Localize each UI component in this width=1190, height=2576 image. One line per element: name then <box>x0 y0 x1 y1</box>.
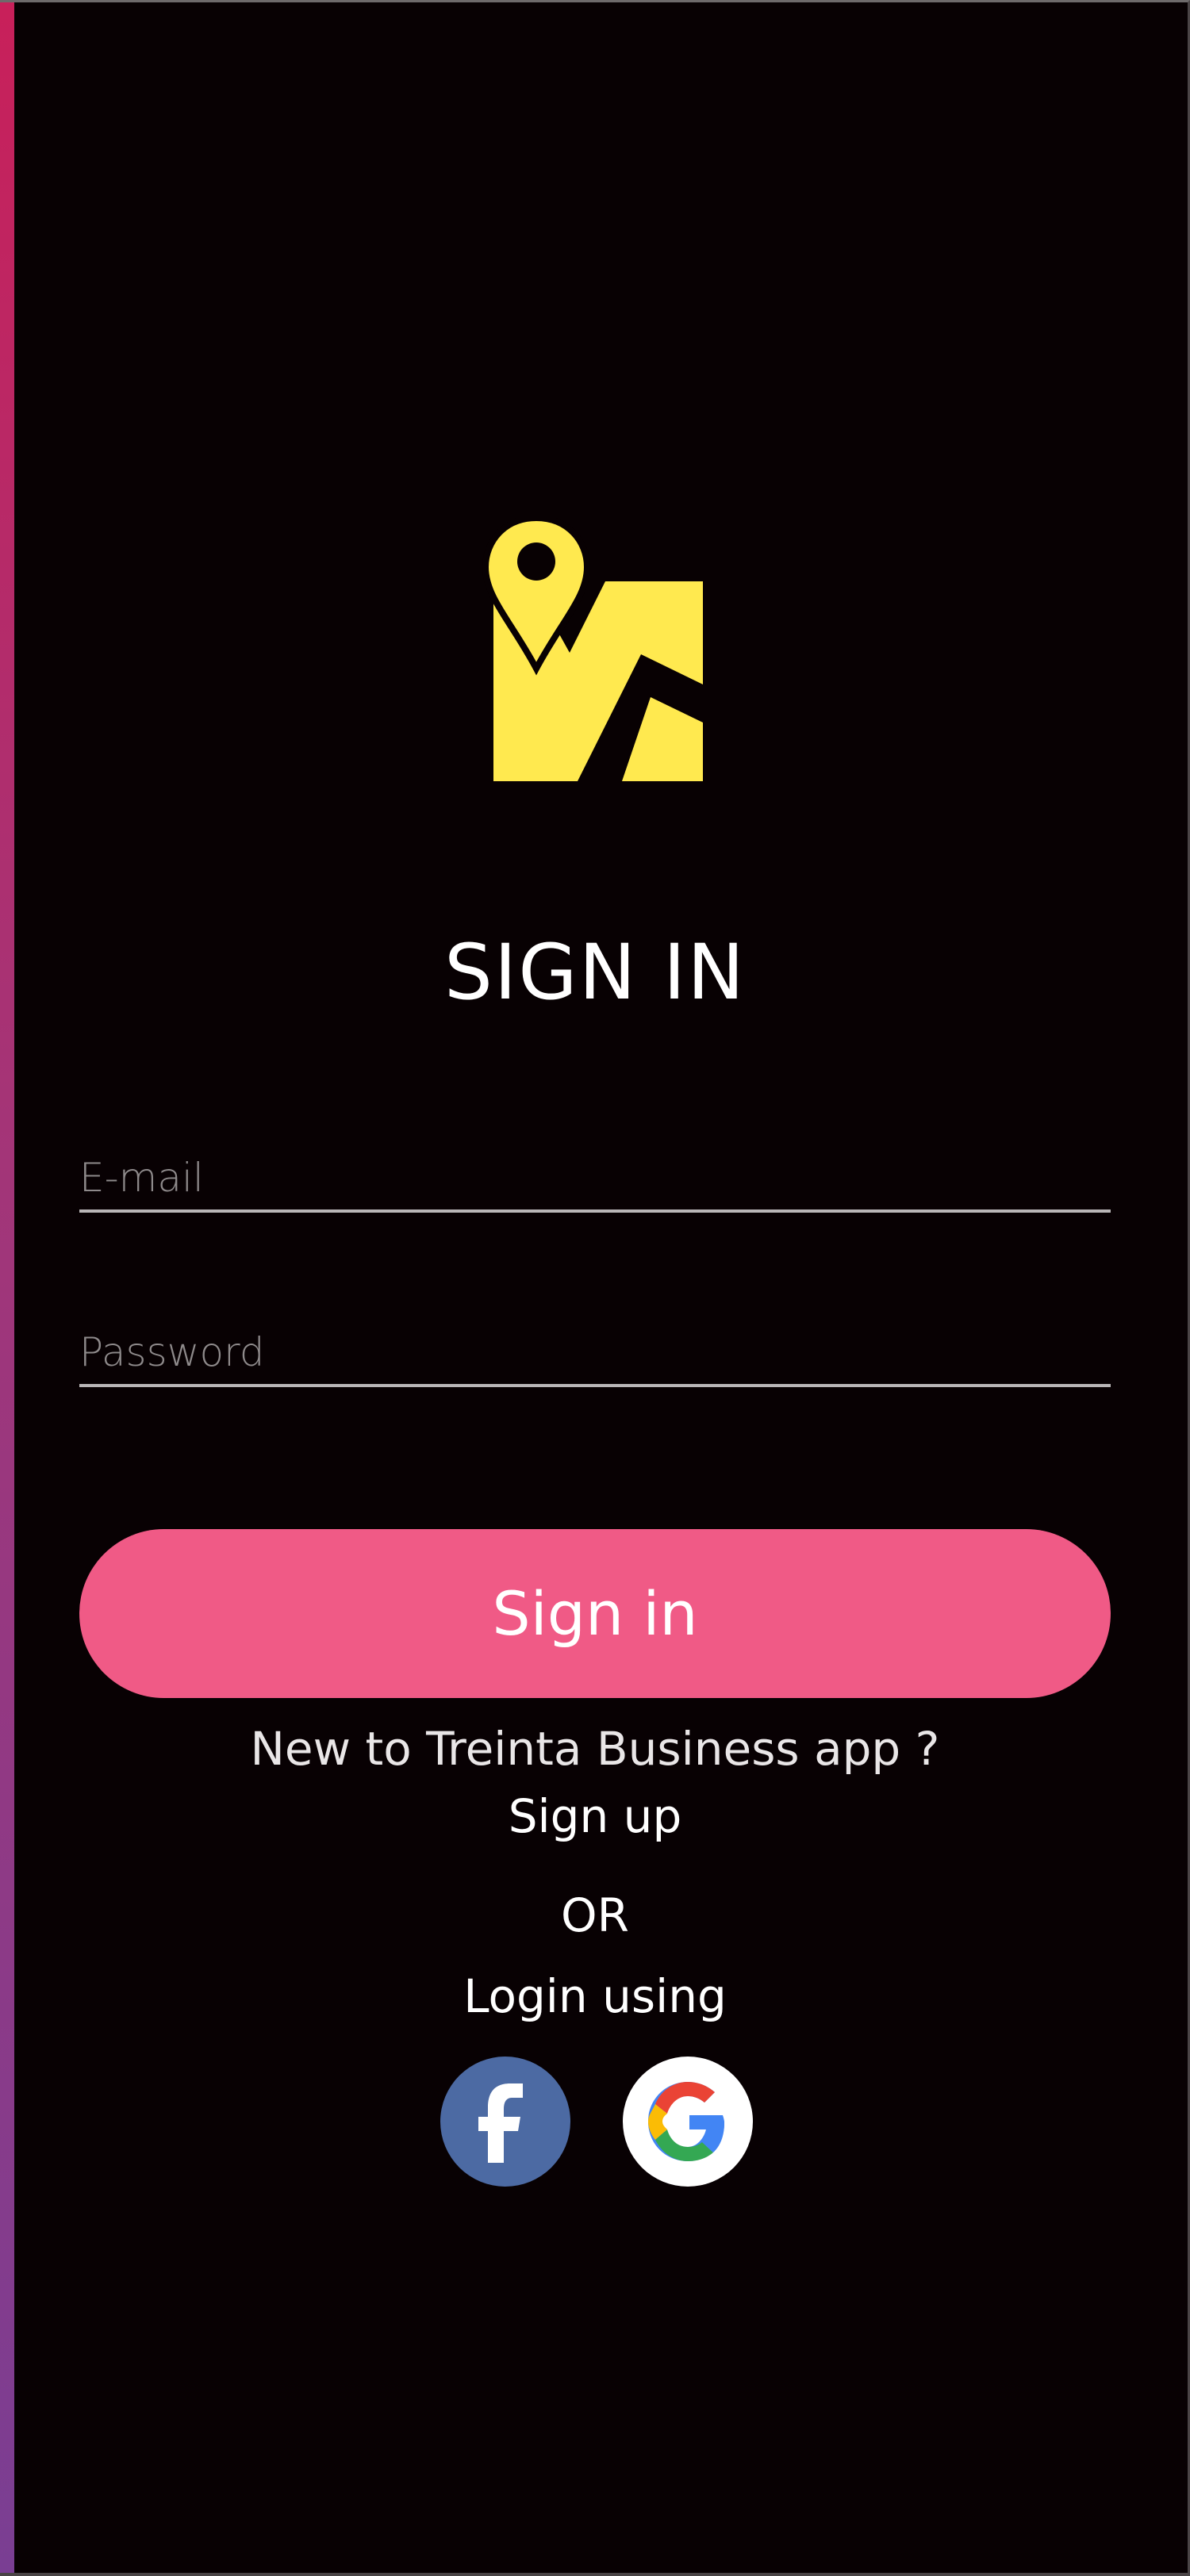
password-field[interactable] <box>79 1321 1111 1384</box>
map-pin-icon <box>482 514 706 781</box>
new-user-prompt: New to Treinta Business app ? <box>250 1722 940 1776</box>
password-field-container <box>79 1321 1111 1387</box>
sign-up-link[interactable]: Sign up <box>0 1783 1190 1850</box>
google-icon <box>624 2058 751 2185</box>
page-title: SIGN IN <box>443 928 747 1017</box>
accent-strip <box>0 2 14 2573</box>
sign-in-button[interactable]: Sign in <box>79 1529 1111 1698</box>
or-divider: OR <box>561 1888 629 1942</box>
google-login-button[interactable] <box>623 2057 753 2187</box>
login-using-label: Login using <box>463 1969 727 2023</box>
facebook-icon <box>478 2083 523 2163</box>
email-field-container <box>79 1146 1111 1213</box>
email-field[interactable] <box>79 1146 1111 1209</box>
facebook-login-button[interactable] <box>440 2057 570 2187</box>
sign-in-screen: SIGN IN Sign in New to Treinta Business … <box>0 0 1190 2576</box>
